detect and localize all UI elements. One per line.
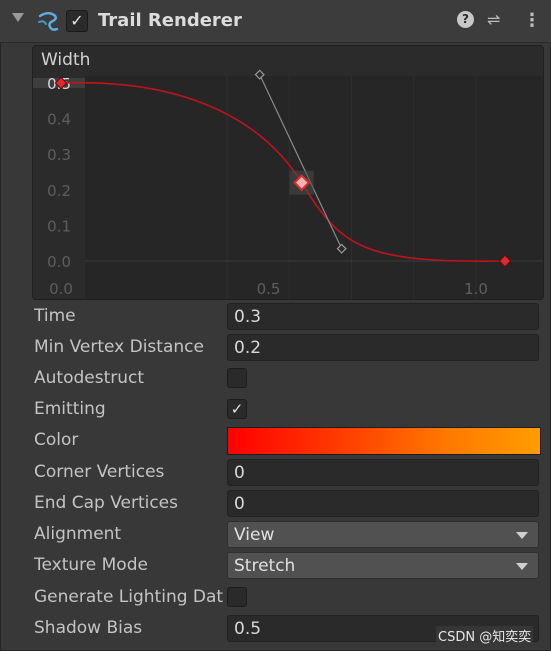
row-end-cap-vertices: End Cap Vertices 0 — [0, 489, 551, 520]
row-texture-mode: Texture Mode Stretch — [0, 551, 551, 582]
min-vertex-distance-value: 0.2 — [234, 338, 262, 358]
row-emitting: Emitting ✓ — [0, 395, 551, 426]
curve-y-tick-label: 0.3 — [47, 146, 71, 164]
chevron-down-icon — [516, 532, 528, 539]
end-cap-vertices-field[interactable]: 0 — [227, 490, 539, 517]
width-curve-graph[interactable]: 0.50.40.30.20.10.00.00.51.0 — [33, 46, 543, 299]
texture-mode-label: Texture Mode — [34, 555, 148, 575]
end-cap-vertices-label: End Cap Vertices — [34, 493, 179, 513]
time-field[interactable]: 0.3 — [227, 303, 539, 330]
corner-vertices-value: 0 — [234, 463, 245, 483]
component-header: ✓ Trail Renderer ? ⇌ ⋮ — [0, 0, 551, 43]
row-alignment: Alignment View — [0, 520, 551, 551]
kebab-menu-icon[interactable]: ⋮ — [523, 10, 541, 31]
foldout-arrow-icon[interactable] — [12, 13, 24, 22]
alignment-label: Alignment — [34, 524, 122, 544]
curve-plot-area — [85, 76, 543, 299]
generate-lighting-data-label: Generate Lighting Data — [34, 587, 224, 607]
curve-y-tick-label: 0.2 — [47, 182, 71, 200]
shadow-bias-value: 0.5 — [234, 619, 262, 639]
emitting-checkbox[interactable]: ✓ — [227, 399, 247, 419]
watermark: CSDN @知奕奕 — [436, 626, 534, 645]
row-min-vertex-distance: Min Vertex Distance 0.2 — [0, 333, 551, 364]
shadow-bias-label: Shadow Bias — [34, 618, 143, 638]
autodestruct-checkbox[interactable] — [227, 368, 247, 388]
min-vertex-distance-label: Min Vertex Distance — [34, 337, 204, 357]
width-curve-editor[interactable]: 0.50.40.30.20.10.00.00.51.0 Width — [32, 45, 544, 300]
autodestruct-label: Autodestruct — [34, 368, 145, 388]
curve-y-tick-label: 0.4 — [47, 111, 71, 129]
end-cap-vertices-value: 0 — [234, 494, 245, 514]
row-generate-lighting-data: Generate Lighting Data — [0, 583, 551, 614]
chevron-down-icon — [516, 563, 528, 570]
curve-y-tick-label: 0.0 — [47, 253, 71, 271]
corner-vertices-field[interactable]: 0 — [227, 459, 539, 486]
curve-label: Width — [41, 50, 91, 70]
min-vertex-distance-field[interactable]: 0.2 — [227, 334, 539, 361]
preset-sliders-icon[interactable]: ⇌ — [487, 10, 500, 29]
emitting-label: Emitting — [34, 399, 106, 419]
trail-renderer-icon — [38, 12, 59, 31]
row-corner-vertices: Corner Vertices 0 — [0, 458, 551, 489]
alignment-dropdown[interactable]: View — [227, 521, 539, 548]
row-time: Time 0.3 — [0, 302, 551, 333]
component-title: Trail Renderer — [98, 10, 242, 31]
curve-x-tick-label: 0.0 — [49, 280, 73, 298]
time-label: Time — [34, 306, 76, 326]
help-icon[interactable]: ? — [457, 11, 474, 28]
generate-lighting-data-checkbox[interactable] — [227, 587, 247, 607]
row-autodestruct: Autodestruct — [0, 364, 551, 395]
color-gradient-field[interactable] — [227, 427, 541, 455]
texture-mode-dropdown[interactable]: Stretch — [227, 552, 539, 579]
curve-y-tick-label: 0.1 — [47, 217, 71, 235]
color-label: Color — [34, 430, 79, 450]
alignment-value: View — [234, 525, 275, 545]
corner-vertices-label: Corner Vertices — [34, 462, 165, 482]
row-color: Color — [0, 426, 551, 457]
curve-x-tick-label: 1.0 — [464, 280, 488, 298]
component-enabled-checkbox[interactable]: ✓ — [66, 10, 88, 32]
curve-x-tick-label: 0.5 — [257, 280, 281, 298]
time-value: 0.3 — [234, 307, 262, 327]
texture-mode-value: Stretch — [234, 556, 296, 576]
